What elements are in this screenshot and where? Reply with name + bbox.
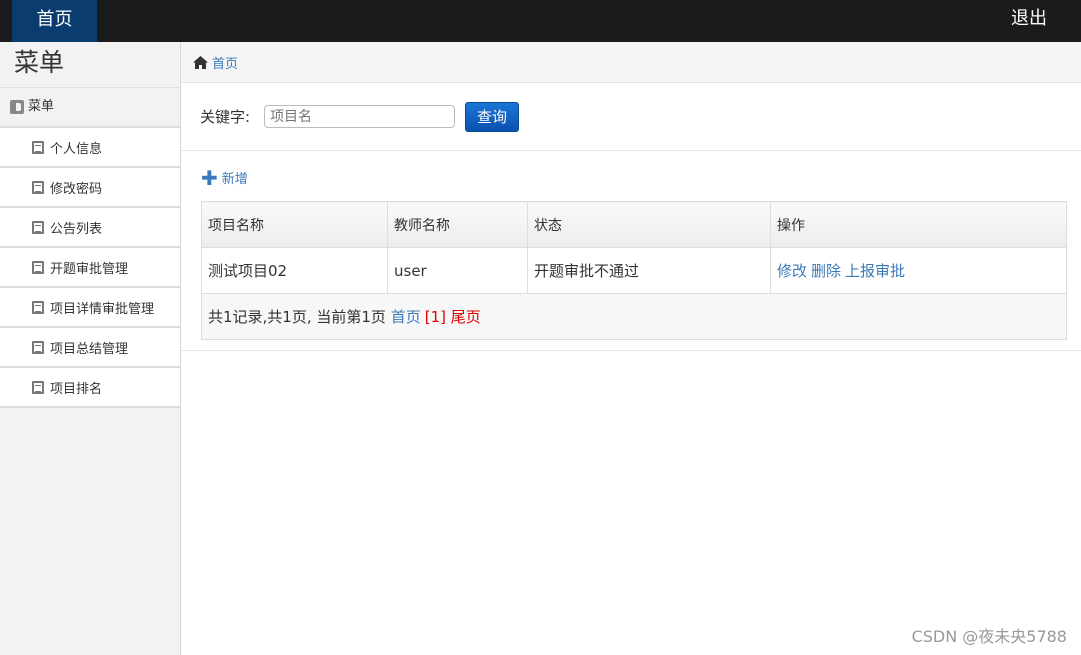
keyword-input[interactable] (264, 105, 456, 128)
cell-teacher: user (387, 247, 528, 294)
cell-status: 开题审批不通过 (527, 247, 771, 294)
home-tab[interactable]: 首页 (12, 0, 97, 42)
sidebar: 菜单 菜单 个人信息 修改密码 公告列表 开题审批管理 项目详情审批管理 项目总… (0, 42, 181, 655)
sidebar-item-label: 项目详情审批管理 (50, 301, 155, 317)
logout-button[interactable]: 退出 (1011, 0, 1047, 38)
first-page-link[interactable]: 首页 (391, 308, 421, 326)
col-project-name: 项目名称 (201, 201, 388, 248)
document-icon (32, 340, 44, 354)
cell-actions: 修改 删除 上报审批 (770, 247, 1067, 294)
document-icon (32, 180, 44, 194)
document-icon (32, 220, 44, 234)
search-button[interactable]: 查询 (465, 101, 520, 132)
sidebar-item-proposal-approval[interactable]: 开题审批管理 (0, 248, 180, 288)
sidebar-item-profile[interactable]: 个人信息 (0, 128, 180, 168)
sidebar-item-label: 项目总结管理 (50, 341, 129, 357)
submit-approval-link[interactable]: 上报审批 (845, 262, 905, 280)
breadcrumb-home[interactable]: 首页 (212, 53, 238, 72)
sidebar-item-notices[interactable]: 公告列表 (0, 208, 180, 248)
sidebar-item-label: 个人信息 (50, 141, 103, 157)
home-icon (193, 55, 208, 69)
search-bar: 关键字: 查询 (181, 83, 1081, 151)
col-status: 状态 (527, 201, 771, 248)
delete-link[interactable]: 删除 (811, 262, 841, 280)
document-icon (32, 300, 44, 314)
last-page-link[interactable]: 尾页 (451, 308, 481, 326)
pager-row: 共1记录,共1页, 当前第1页 首页 [1] 尾页 (201, 293, 1067, 340)
sidebar-item-label: 公告列表 (50, 221, 103, 237)
project-table: 项目名称 教师名称 状态 操作 测试项目02 user 开题审批不通过 修改 删除… (201, 201, 1067, 340)
sidebar-item-label: 项目排名 (50, 381, 103, 397)
book-icon (10, 100, 24, 114)
table-header: 项目名称 教师名称 状态 操作 (201, 201, 1067, 248)
edit-link[interactable]: 修改 (777, 262, 807, 280)
sidebar-header-label: 菜单 (28, 99, 55, 114)
col-teacher: 教师名称 (387, 201, 528, 248)
document-icon (32, 140, 44, 154)
plus-icon: ✚ (201, 165, 218, 190)
table-row: 测试项目02 user 开题审批不通过 修改 删除 上报审批 (201, 247, 1067, 294)
sidebar-item-ranking[interactable]: 项目排名 (0, 368, 180, 408)
cell-project-name: 测试项目02 (201, 247, 388, 294)
add-button[interactable]: ✚ 新增 (201, 165, 248, 190)
document-icon (32, 260, 44, 274)
watermark: CSDN @夜未央5788 (911, 627, 1067, 646)
document-icon (32, 380, 44, 394)
sidebar-item-summary[interactable]: 项目总结管理 (0, 328, 180, 368)
keyword-label: 关键字: (200, 108, 251, 126)
divider (181, 350, 1081, 351)
sidebar-menu-header[interactable]: 菜单 (0, 88, 180, 128)
add-label: 新增 (221, 172, 248, 187)
sidebar-item-detail-approval[interactable]: 项目详情审批管理 (0, 288, 180, 328)
breadcrumb: 首页 (181, 42, 1081, 83)
sidebar-item-label: 修改密码 (50, 181, 103, 197)
col-actions: 操作 (770, 201, 1067, 248)
current-page: [1] (424, 308, 446, 326)
sidebar-item-label: 开题审批管理 (50, 261, 129, 277)
sidebar-title: 菜单 (0, 42, 180, 88)
sidebar-item-change-password[interactable]: 修改密码 (0, 168, 180, 208)
top-bar: 首页 退出 (0, 0, 1081, 42)
pager-summary: 共1记录,共1页, 当前第1页 (208, 308, 386, 326)
